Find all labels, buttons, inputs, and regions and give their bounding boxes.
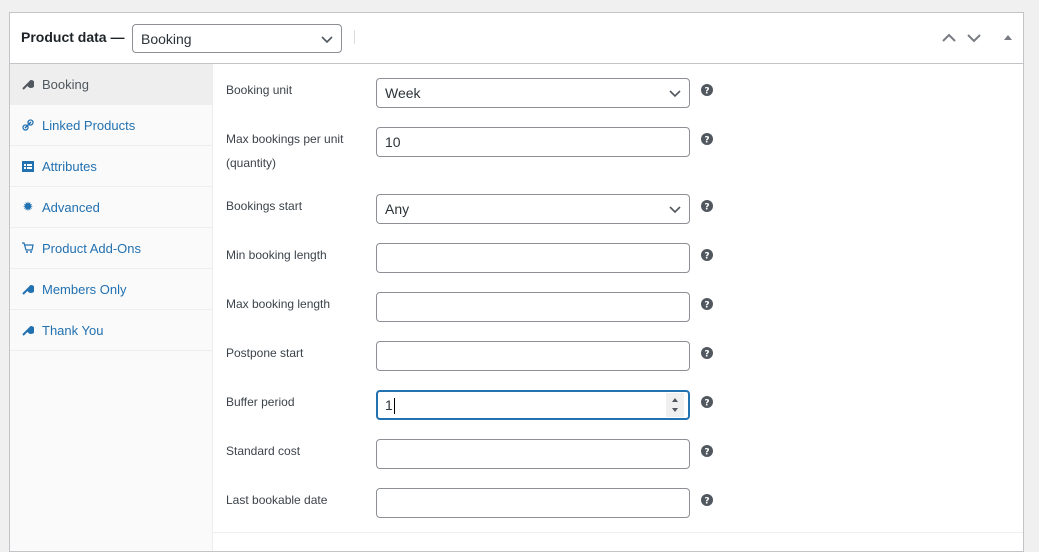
chevron-down-icon bbox=[321, 36, 333, 44]
min-booking-length-input[interactable] bbox=[376, 243, 690, 273]
field-label: Last bookable date bbox=[226, 493, 328, 507]
help-icon[interactable]: ? bbox=[701, 84, 713, 96]
section-divider bbox=[213, 532, 1023, 533]
help-icon[interactable]: ? bbox=[701, 445, 713, 457]
help-icon[interactable]: ? bbox=[701, 200, 713, 212]
tab-product-add-ons[interactable]: Product Add-Ons bbox=[10, 228, 212, 269]
tab-booking[interactable]: Booking bbox=[10, 64, 212, 105]
svg-text:?: ? bbox=[704, 399, 709, 409]
link-icon bbox=[21, 118, 35, 132]
svg-text:?: ? bbox=[704, 203, 709, 213]
gear-icon: ✹ bbox=[22, 199, 34, 214]
chevron-down-icon[interactable] bbox=[966, 31, 982, 45]
list-card-icon bbox=[21, 159, 35, 173]
triangle-up-icon[interactable] bbox=[1000, 31, 1016, 45]
field-label: Booking unit bbox=[226, 83, 293, 97]
tab-label: Attributes bbox=[42, 158, 97, 174]
tab-label: Advanced bbox=[42, 199, 100, 215]
panel-title: Product data — bbox=[21, 29, 125, 45]
booking-unit-select[interactable]: Week bbox=[376, 78, 690, 108]
chevron-up-icon[interactable] bbox=[941, 31, 957, 45]
svg-text:?: ? bbox=[704, 136, 709, 146]
last-bookable-date-input[interactable] bbox=[376, 488, 690, 518]
input-value: 10 bbox=[385, 134, 401, 150]
help-icon[interactable]: ? bbox=[701, 347, 713, 359]
help-icon[interactable]: ? bbox=[701, 133, 713, 145]
number-spinner[interactable] bbox=[666, 393, 684, 417]
panel-header: Product data — Booking bbox=[10, 13, 1023, 64]
cart-icon bbox=[21, 241, 35, 255]
chevron-down-icon bbox=[669, 90, 681, 98]
field-label: Max booking length bbox=[226, 297, 331, 311]
tab-label: Linked Products bbox=[42, 117, 136, 133]
product-data-panel: Product data — Booking Booking Linked Pr… bbox=[9, 12, 1024, 552]
spinner-arrows-icon bbox=[672, 398, 678, 412]
product-type-select[interactable]: Booking bbox=[132, 24, 342, 53]
field-label: Bookings start bbox=[226, 199, 303, 213]
tab-advanced[interactable]: ✹ Advanced bbox=[10, 187, 212, 228]
tab-label: Booking bbox=[42, 76, 89, 92]
text-caret bbox=[393, 398, 395, 415]
tab-label: Product Add-Ons bbox=[42, 240, 141, 256]
svg-text:?: ? bbox=[704, 87, 709, 97]
select-value: Week bbox=[385, 85, 421, 101]
product-type-value: Booking bbox=[141, 31, 192, 47]
tab-label: Members Only bbox=[42, 281, 127, 297]
postpone-start-input[interactable] bbox=[376, 341, 690, 371]
wrench-icon bbox=[21, 323, 35, 337]
svg-text:?: ? bbox=[704, 448, 709, 458]
field-label: Buffer period bbox=[226, 395, 295, 409]
svg-text:?: ? bbox=[704, 497, 709, 507]
standard-cost-input[interactable] bbox=[376, 439, 690, 469]
svg-text:?: ? bbox=[704, 350, 709, 360]
tab-attributes[interactable]: Attributes bbox=[10, 146, 212, 187]
max-bookings-input[interactable]: 10 bbox=[376, 127, 690, 157]
product-data-tabs: Booking Linked Products Attributes ✹ Adv… bbox=[10, 64, 213, 551]
svg-text:?: ? bbox=[704, 252, 709, 262]
select-value: Any bbox=[385, 201, 410, 217]
help-icon[interactable]: ? bbox=[701, 298, 713, 310]
field-label: Postpone start bbox=[226, 346, 304, 360]
help-icon[interactable]: ? bbox=[701, 249, 713, 261]
wrench-icon bbox=[21, 282, 35, 296]
booking-options-form: Booking unit Week ? Max bookings per uni… bbox=[213, 64, 1023, 551]
chevron-down-icon bbox=[669, 206, 681, 214]
max-booking-length-input[interactable] bbox=[376, 292, 690, 322]
svg-text:?: ? bbox=[704, 301, 709, 311]
field-label: Standard cost bbox=[226, 444, 301, 458]
help-icon[interactable]: ? bbox=[701, 396, 713, 408]
field-label: Min booking length bbox=[226, 248, 327, 262]
tab-linked-products[interactable]: Linked Products bbox=[10, 105, 212, 146]
help-icon[interactable]: ? bbox=[701, 494, 713, 506]
tab-thank-you[interactable]: Thank You bbox=[10, 310, 212, 351]
tab-members-only[interactable]: Members Only bbox=[10, 269, 212, 310]
field-label: Max bookings per unit (quantity) bbox=[226, 132, 344, 170]
header-divider bbox=[354, 30, 355, 44]
input-value: 1 bbox=[385, 397, 393, 413]
bookings-start-select[interactable]: Any bbox=[376, 194, 690, 224]
buffer-period-input[interactable]: 1 bbox=[376, 390, 690, 420]
tab-label: Thank You bbox=[42, 322, 104, 338]
wrench-icon bbox=[21, 77, 35, 91]
